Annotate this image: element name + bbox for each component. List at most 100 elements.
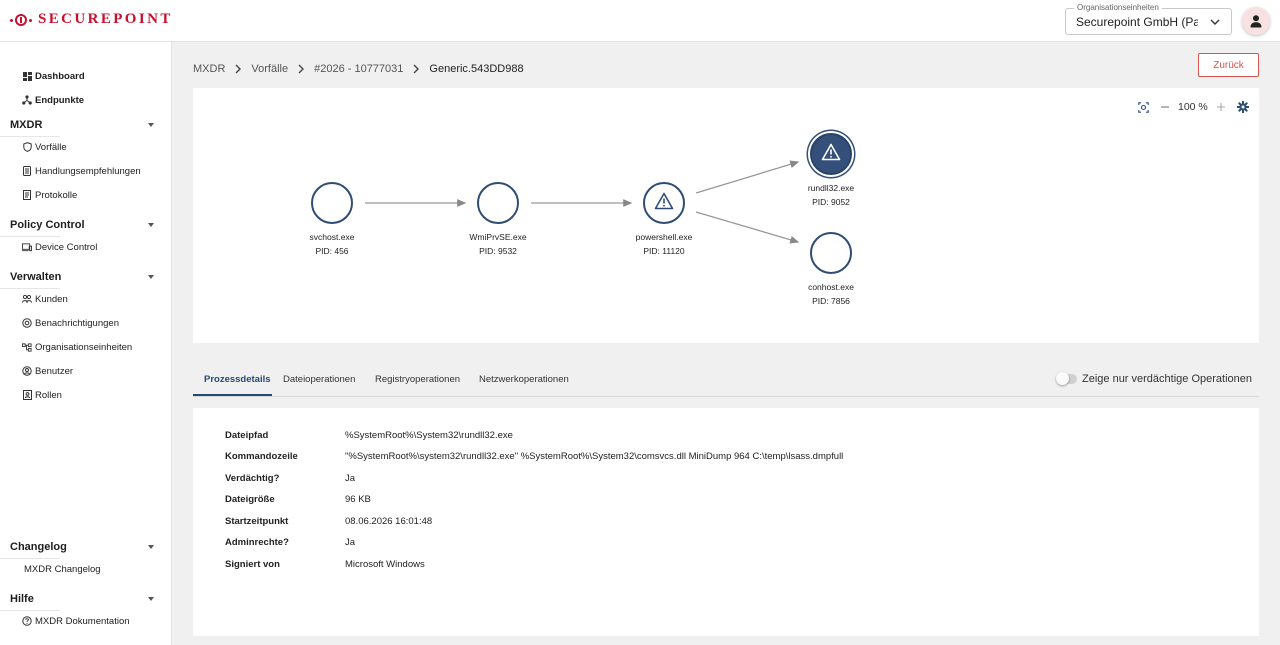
warning-icon bbox=[654, 192, 674, 210]
tab-prozessdetails[interactable]: Prozessdetails bbox=[204, 374, 271, 385]
sidebar-item-device-control[interactable]: Device Control bbox=[22, 239, 97, 255]
process-pid: PID: 7856 bbox=[812, 296, 850, 306]
sidebar-item-label: MXDR Dokumentation bbox=[35, 615, 130, 627]
caret-down-icon bbox=[148, 275, 154, 279]
detail-value: "%SystemRoot%\system32\rundll32.exe" %Sy… bbox=[345, 451, 844, 462]
sidebar-item-endpunkte[interactable]: Endpunkte bbox=[22, 92, 84, 108]
sidebar-item-label: Endpunkte bbox=[35, 94, 85, 106]
sidebar-item-vorfaelle[interactable]: Vorfälle bbox=[22, 139, 67, 155]
detail-value: Ja bbox=[345, 473, 356, 484]
chevron-right-icon bbox=[225, 64, 251, 74]
detail-value: 96 KB bbox=[345, 494, 371, 505]
sidebar-item-label: Device Control bbox=[35, 241, 98, 253]
sidebar-item-handlungsempfehlungen[interactable]: Handlungsempfehlungen bbox=[22, 163, 141, 179]
detail-key: Startzeitpunkt bbox=[225, 516, 289, 527]
warning-icon bbox=[821, 143, 841, 161]
breadcrumb: MXDR Vorfälle #2026 - 10777031 Generic.5… bbox=[193, 62, 524, 76]
edge-powershell-rundll32 bbox=[695, 160, 800, 194]
sidebar-item-label: Organisationseinheiten bbox=[35, 341, 133, 353]
edge-powershell-conhost bbox=[695, 211, 800, 244]
tab-dateioperationen[interactable]: Dateioperationen bbox=[283, 374, 355, 385]
breadcrumb-current: Generic.543DD988 bbox=[429, 63, 524, 75]
process-circle bbox=[810, 232, 852, 274]
sidebar-item-benutzer[interactable]: Benutzer bbox=[22, 363, 73, 379]
sidebar-item-mxdr-dokumentation[interactable]: MXDR Dokumentation bbox=[22, 613, 130, 629]
user-avatar[interactable] bbox=[1242, 7, 1270, 35]
sidebar: Dashboard Endpunkte MXDR Vorfälle Handlu… bbox=[0, 42, 172, 645]
process-circle bbox=[810, 133, 852, 175]
section-hilfe[interactable]: Hilfe bbox=[0, 593, 172, 611]
process-name: rundll32.exe bbox=[807, 183, 855, 193]
process-circle bbox=[477, 182, 519, 224]
sidebar-item-organisationseinheiten[interactable]: Organisationseinheiten bbox=[22, 339, 132, 355]
active-tab-indicator bbox=[193, 394, 272, 396]
breadcrumb-mxdr[interactable]: MXDR bbox=[193, 63, 225, 75]
org-unit-select[interactable]: Organisationseinheiten Securepoint GmbH … bbox=[1065, 3, 1232, 35]
network-icon bbox=[22, 95, 32, 105]
process-graph-panel: 100 % svchost.exe PID: 456 WmiPrvSE.exe … bbox=[193, 88, 1259, 343]
caret-down-icon bbox=[148, 123, 154, 127]
tab-registryoperationen[interactable]: Registryoperationen bbox=[375, 374, 460, 385]
dashboard-icon bbox=[22, 71, 32, 81]
process-name: powershell.exe bbox=[635, 232, 693, 242]
device-icon bbox=[22, 242, 32, 252]
section-changelog[interactable]: Changelog bbox=[0, 541, 172, 559]
sidebar-item-benachrichtigungen[interactable]: Benachrichtigungen bbox=[22, 315, 119, 331]
sidebar-item-rollen[interactable]: Rollen bbox=[22, 387, 62, 403]
section-policy-control[interactable]: Policy Control bbox=[0, 219, 172, 237]
detail-value: Microsoft Windows bbox=[345, 559, 425, 570]
sidebar-item-label: Handlungsempfehlungen bbox=[35, 165, 141, 177]
toggle-label: Zeige nur verdächtige Operationen bbox=[1082, 373, 1252, 385]
section-title: Policy Control bbox=[10, 219, 85, 231]
process-name: WmiPrvSE.exe bbox=[469, 232, 527, 242]
section-title: Hilfe bbox=[10, 593, 34, 605]
sidebar-item-protokolle[interactable]: Protokolle bbox=[22, 187, 77, 203]
detail-key: Verdächtig? bbox=[225, 473, 280, 484]
detail-key: Dateipfad bbox=[225, 430, 269, 441]
chevron-right-icon bbox=[288, 64, 314, 74]
detail-value: 08.06.2026 16:01:48 bbox=[345, 516, 433, 527]
sidebar-item-label: Benutzer bbox=[35, 365, 74, 377]
section-verwalten[interactable]: Verwalten bbox=[0, 271, 172, 289]
badge-icon bbox=[22, 390, 32, 400]
back-button[interactable]: Zurück bbox=[1198, 53, 1259, 77]
securepoint-logo[interactable]: SECUREPOINT bbox=[10, 11, 173, 28]
sidebar-item-dashboard[interactable]: Dashboard bbox=[22, 68, 85, 84]
caret-down-icon bbox=[148, 223, 154, 227]
sidebar-item-label: Vorfälle bbox=[35, 141, 67, 153]
sidebar-item-kunden[interactable]: Kunden bbox=[22, 291, 68, 307]
process-pid: PID: 11120 bbox=[643, 246, 685, 256]
org-unit-legend: Organisationseinheiten bbox=[1074, 3, 1162, 12]
sidebar-item-label: Benachrichtigungen bbox=[35, 317, 119, 329]
document-icon bbox=[22, 190, 32, 200]
chevron-right-icon bbox=[403, 64, 429, 74]
section-mxdr[interactable]: MXDR bbox=[0, 119, 172, 137]
org-icon bbox=[22, 342, 32, 352]
process-circle bbox=[643, 182, 685, 224]
sidebar-item-mxdr-changelog[interactable]: MXDR Changelog bbox=[24, 561, 101, 577]
shield-icon bbox=[22, 142, 32, 152]
breadcrumb-vorfaelle[interactable]: Vorfälle bbox=[251, 63, 288, 75]
logo-icon bbox=[10, 12, 32, 28]
org-unit-value: Securepoint GmbH (Partner) bbox=[1076, 15, 1198, 29]
suspicious-only-toggle[interactable]: Zeige nur verdächtige Operationen bbox=[1056, 372, 1252, 385]
detail-key: Adminrechte? bbox=[225, 537, 289, 548]
breadcrumb-incident[interactable]: #2026 - 10777031 bbox=[314, 63, 403, 75]
caret-down-icon bbox=[148, 597, 154, 601]
help-icon bbox=[22, 616, 32, 626]
detail-tabs: Prozessdetails Dateioperationen Registry… bbox=[193, 364, 1259, 397]
sidebar-item-label: Kunden bbox=[35, 293, 68, 305]
process-pid: PID: 456 bbox=[315, 246, 349, 256]
list-icon bbox=[22, 166, 32, 176]
sidebar-item-label: Rollen bbox=[35, 389, 62, 401]
bell-icon bbox=[22, 318, 32, 328]
section-title: Verwalten bbox=[10, 271, 62, 283]
tab-netzwerkoperationen[interactable]: Netzwerkoperationen bbox=[479, 374, 569, 385]
detail-value: Ja bbox=[345, 537, 356, 548]
people-icon bbox=[22, 294, 32, 304]
top-bar: SECUREPOINT Organisationseinheiten Secur… bbox=[0, 0, 1280, 42]
process-name: conhost.exe bbox=[808, 282, 854, 292]
person-icon bbox=[1250, 15, 1262, 28]
sidebar-item-label: Dashboard bbox=[35, 70, 85, 82]
toggle-switch[interactable] bbox=[1056, 372, 1077, 385]
